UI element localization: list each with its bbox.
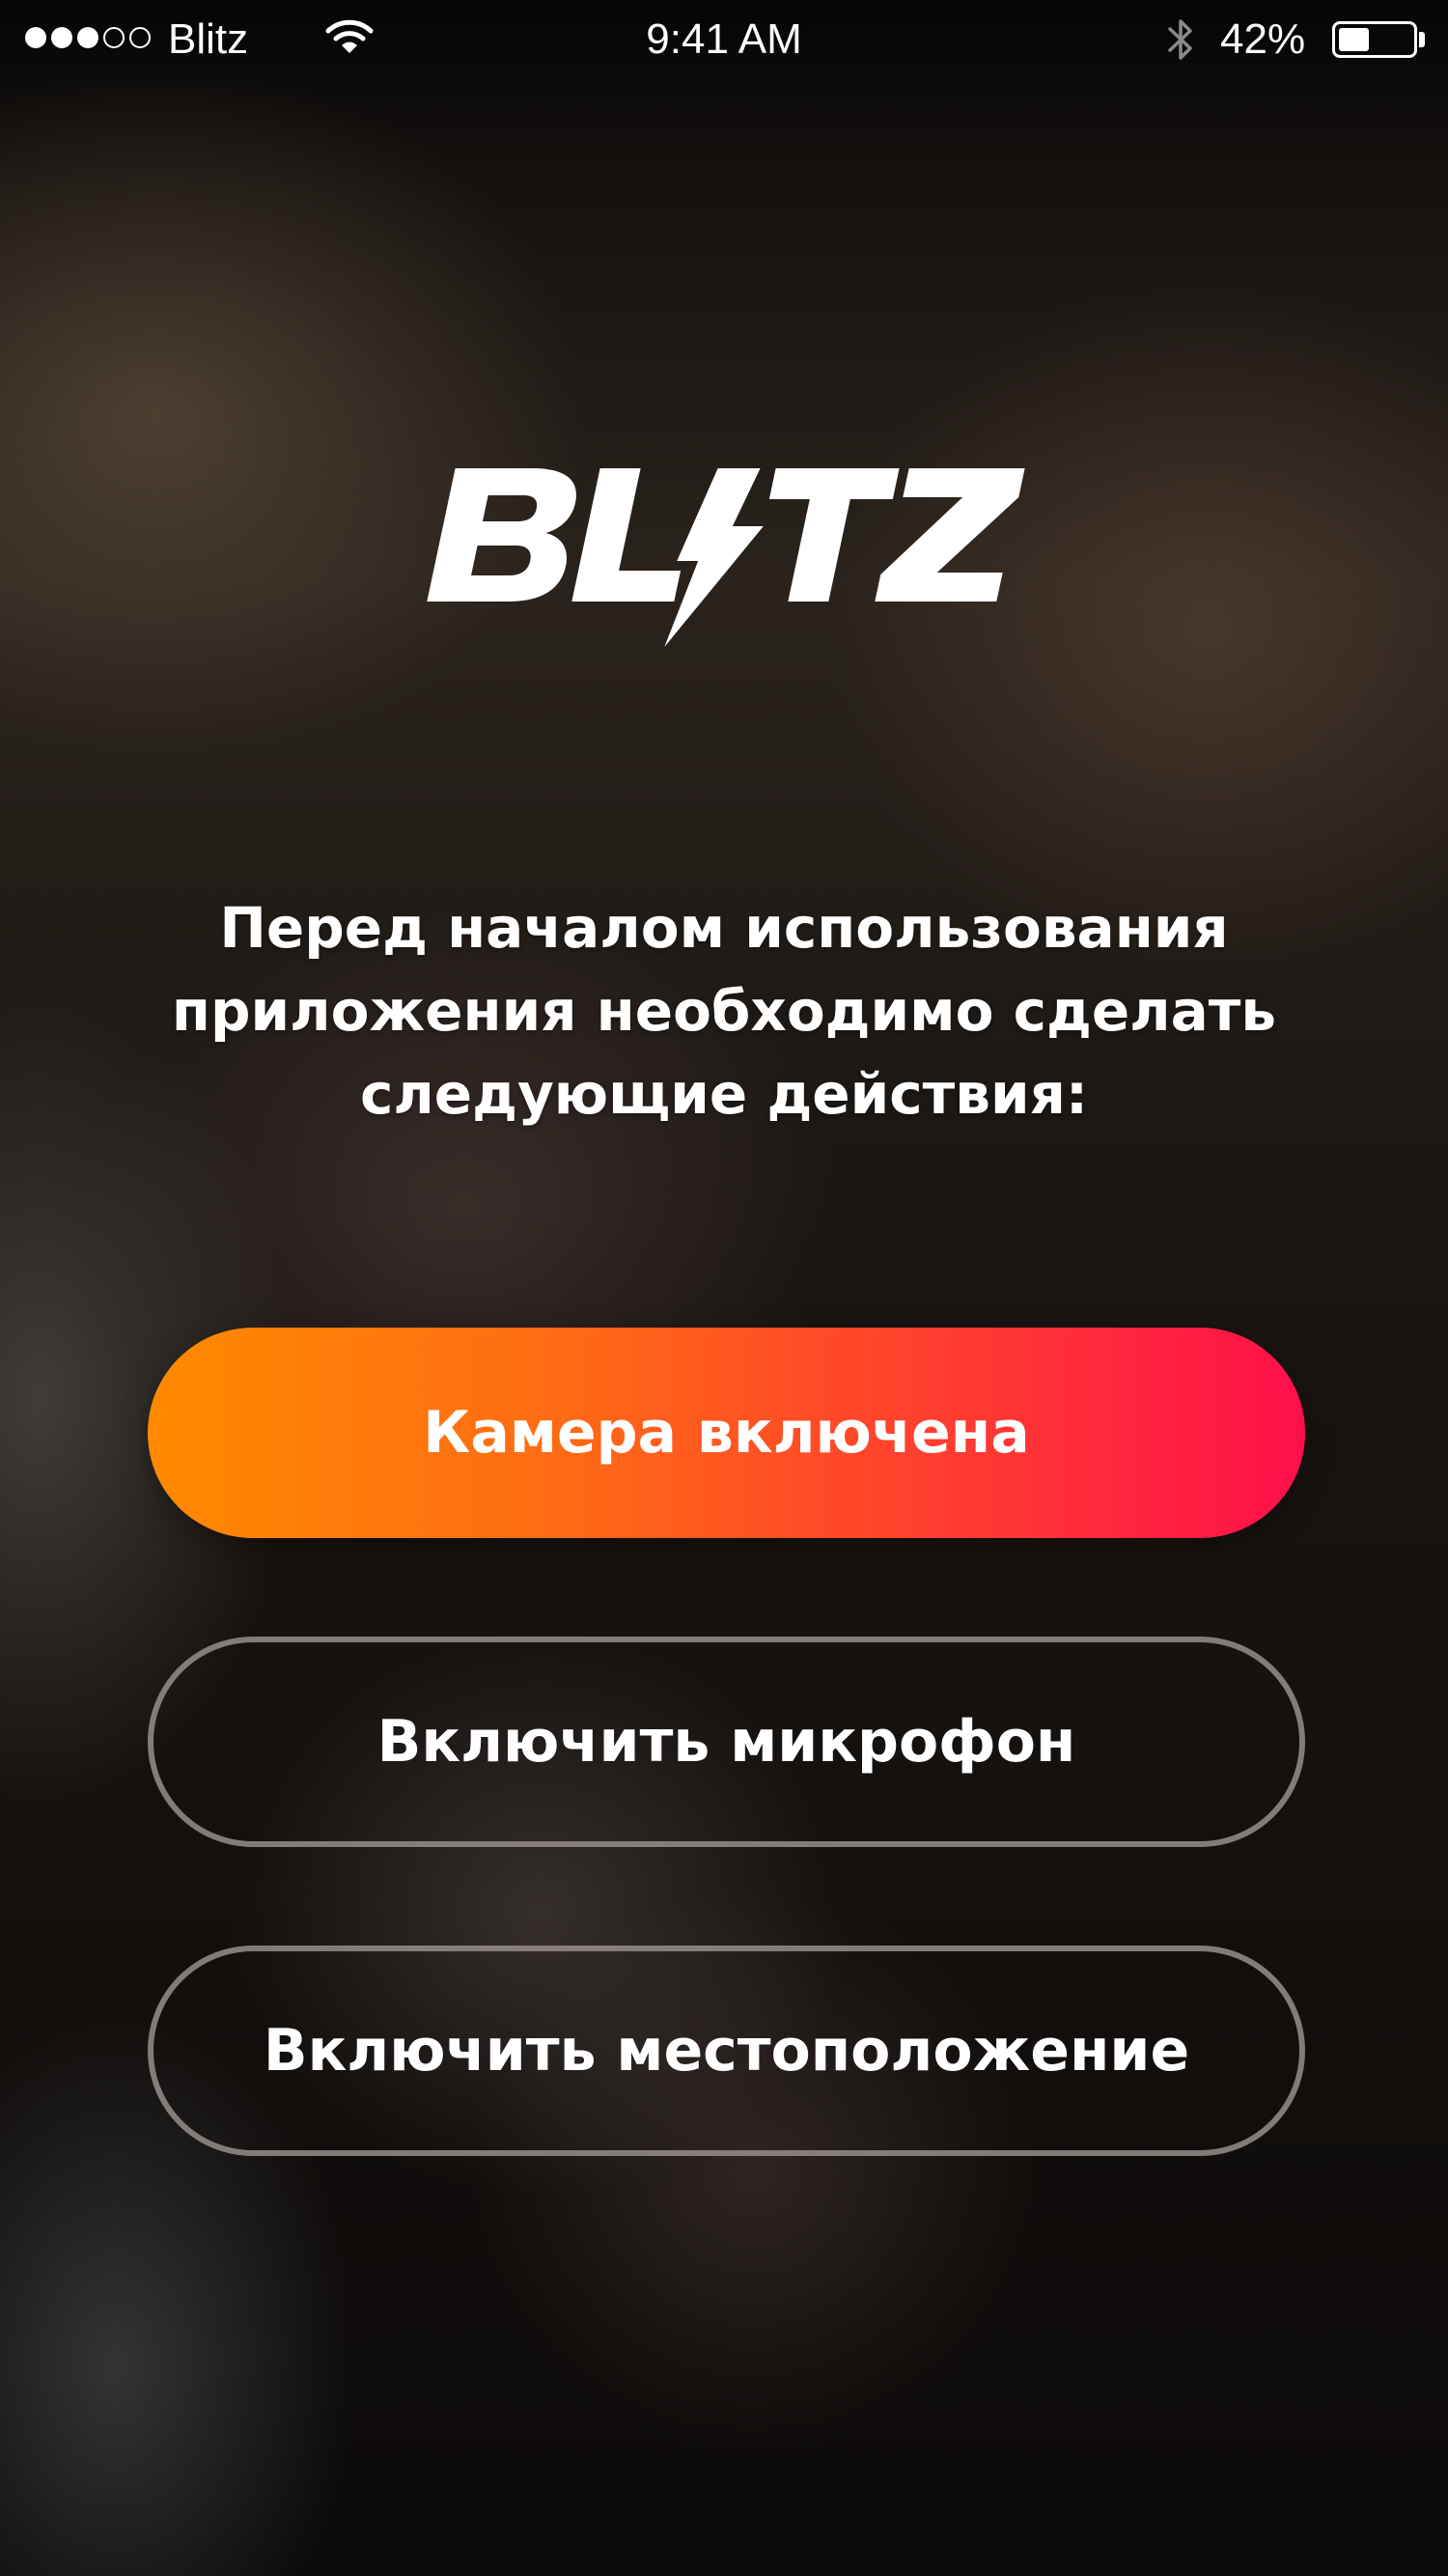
camera-enabled-button[interactable]: Камера включена	[148, 1328, 1305, 1538]
logo-letter-i-bolt	[664, 468, 764, 647]
bluetooth-icon	[1168, 19, 1192, 60]
logo-letter-b	[427, 468, 576, 602]
blitz-logo	[427, 468, 1025, 647]
battery-level	[1339, 28, 1370, 51]
logo-letter-l	[571, 468, 682, 602]
camera-button-label: Камера включена	[423, 1399, 1030, 1467]
location-button-label: Включить местоположение	[263, 2017, 1190, 2085]
logo-letter-t	[768, 468, 900, 602]
enable-location-button[interactable]: Включить местоположение	[148, 1946, 1305, 2156]
microphone-button-label: Включить микрофон	[376, 1708, 1076, 1776]
battery-tip	[1419, 32, 1425, 47]
enable-microphone-button[interactable]: Включить микрофон	[148, 1637, 1305, 1847]
logo-letter-z	[875, 468, 1025, 602]
battery-icon	[1332, 21, 1417, 58]
permissions-screen: Blitz 9:41 AM 42% Перед началом использо…	[0, 0, 1448, 2576]
battery-percent: 42%	[1220, 15, 1306, 63]
status-bar: Blitz 9:41 AM 42%	[0, 0, 1448, 77]
intro-text: Перед началом использования приложения н…	[171, 895, 1277, 1127]
